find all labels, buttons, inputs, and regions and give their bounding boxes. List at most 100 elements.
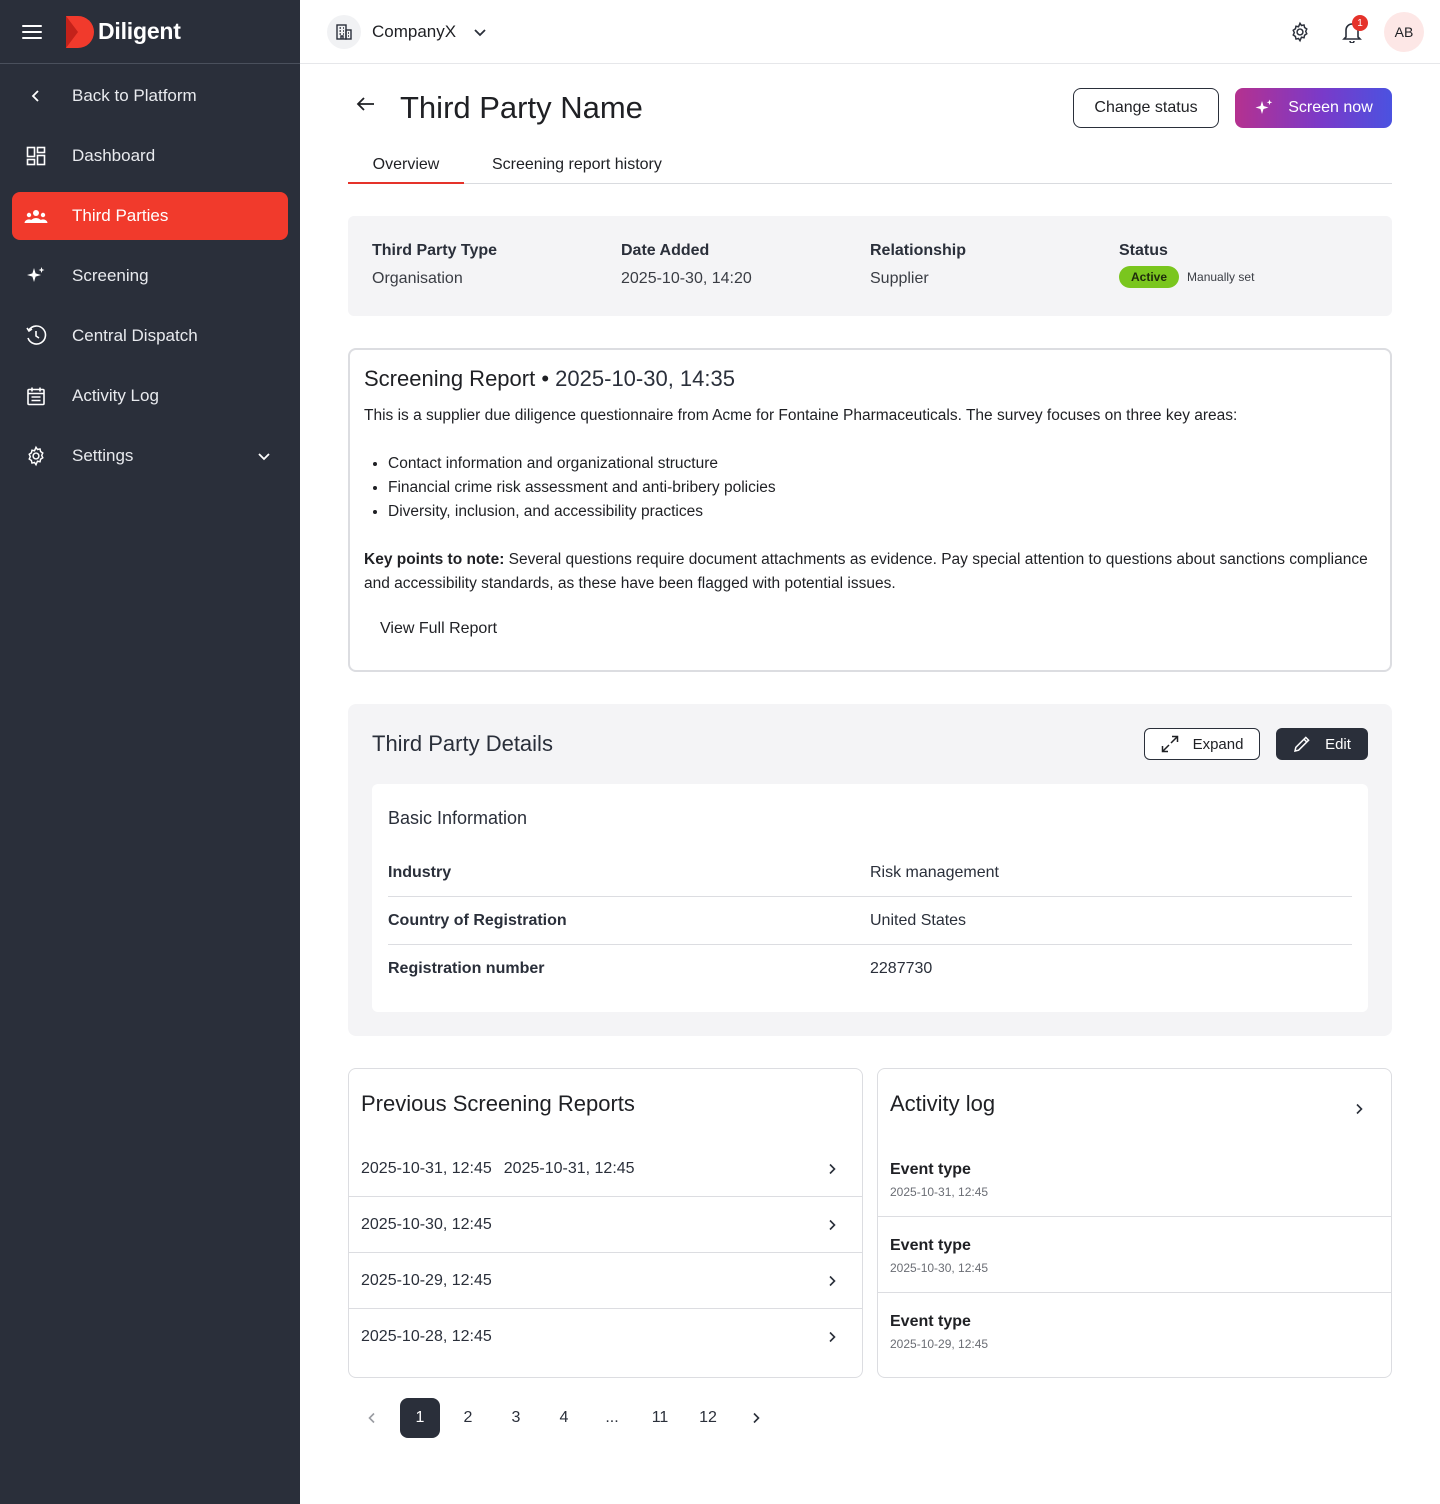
report-date: 2025-10-29, 12:45 xyxy=(361,1271,492,1289)
notification-badge: 1 xyxy=(1352,15,1368,31)
summary-date: Date Added 2025-10-30, 14:20 xyxy=(621,242,870,316)
chevron-down-icon xyxy=(474,28,486,36)
sidebar-item-activity-log[interactable]: Activity Log xyxy=(12,372,288,420)
chevron-right-icon xyxy=(829,1331,836,1343)
view-full-report-link[interactable]: View Full Report xyxy=(380,620,497,638)
pagination-page-1[interactable]: 1 xyxy=(400,1398,440,1438)
sidebar-item-third-parties[interactable]: Third Parties xyxy=(12,192,288,240)
sidebar-item-dashboard[interactable]: Dashboard xyxy=(12,132,288,180)
sidebar-item-settings[interactable]: Settings xyxy=(12,432,288,480)
chevron-right-icon xyxy=(753,1412,760,1424)
summary-label: Status xyxy=(1119,242,1168,259)
chevron-right-icon xyxy=(829,1275,836,1287)
summary-value: Supplier xyxy=(870,270,929,287)
sidebar-item-label: Back to Platform xyxy=(72,86,197,105)
report-bullets: Contact information and organizational s… xyxy=(388,452,1376,524)
back-arrow-icon[interactable] xyxy=(356,96,376,112)
sidebar-item-back-to-platform[interactable]: Back to Platform xyxy=(12,72,288,120)
report-key-points: Key points to note: Several questions re… xyxy=(364,548,1376,596)
expand-button[interactable]: Expand xyxy=(1144,728,1260,760)
list-item[interactable]: Event type 2025-10-31, 12:45 xyxy=(878,1141,1391,1217)
settings-button[interactable] xyxy=(1280,12,1320,52)
summary-status: Status Active Manually set xyxy=(1119,242,1368,316)
tab-overview[interactable]: Overview xyxy=(348,152,464,184)
pagination-prev-button[interactable] xyxy=(352,1398,392,1438)
chevron-right-icon xyxy=(829,1219,836,1231)
panel-title: Previous Screening Reports xyxy=(361,1091,635,1116)
notifications-button[interactable]: 1 xyxy=(1332,12,1372,52)
company-switcher[interactable]: CompanyX xyxy=(327,14,488,49)
tab-screening-report-history[interactable]: Screening report history xyxy=(472,152,682,184)
table-row: Industry Risk management xyxy=(388,849,1352,897)
summary-value: 2025-10-30, 14:20 xyxy=(621,270,752,287)
gear-icon xyxy=(28,445,44,467)
pagination-next-button[interactable] xyxy=(736,1398,776,1438)
pagination: 1 2 3 4 ... 11 12 xyxy=(348,1398,1392,1438)
avatar[interactable]: AB xyxy=(1384,12,1424,52)
chevron-right-icon[interactable] xyxy=(1353,1103,1365,1115)
status-note: Manually set xyxy=(1187,270,1255,284)
report-intro: This is a supplier due diligence questio… xyxy=(364,407,1238,424)
sidebar-item-screening[interactable]: Screening xyxy=(12,252,288,300)
page-header: Third Party Name Change status Screen no… xyxy=(348,64,1392,152)
hamburger-menu-icon[interactable] xyxy=(22,22,42,42)
summary-relationship: Relationship Supplier xyxy=(870,242,1119,316)
expand-icon xyxy=(1161,735,1178,753)
info-key: Country of Registration xyxy=(388,911,567,929)
list-item[interactable]: 2025-10-31, 12:45 2025-10-31, 12:45 xyxy=(349,1141,862,1197)
report-title: Screening Report • 2025-10-30, 14:35 xyxy=(364,366,1376,392)
key-points-text: Several questions require document attac… xyxy=(364,551,1368,592)
list-item[interactable]: 2025-10-29, 12:45 xyxy=(349,1253,862,1309)
list-item[interactable]: 2025-10-30, 12:45 xyxy=(349,1197,862,1253)
info-value: United States xyxy=(870,911,967,929)
basic-information-title: Basic Information xyxy=(388,808,528,828)
summary-label: Relationship xyxy=(870,242,967,259)
list-item[interactable]: 2025-10-28, 12:45 xyxy=(349,1309,862,1365)
chevron-right-icon xyxy=(829,1163,836,1175)
chevron-down-icon[interactable] xyxy=(256,448,272,464)
third-party-details-card: Third Party Details Expand Edit Basic In… xyxy=(348,704,1392,1036)
pagination-page-3[interactable]: 3 xyxy=(496,1398,536,1438)
change-status-button[interactable]: Change status xyxy=(1073,88,1219,128)
screen-now-label: Screen now xyxy=(1288,99,1373,116)
pagination-ellipsis: ... xyxy=(605,1409,619,1426)
list-item: Contact information and organizational s… xyxy=(388,452,1376,476)
brand-name: Diligent xyxy=(98,18,181,44)
pagination-page-4[interactable]: 4 xyxy=(544,1398,584,1438)
info-value: Risk management xyxy=(870,863,999,881)
info-value: 2287730 xyxy=(870,960,933,977)
table-row: Registration number 2287730 xyxy=(388,945,1352,993)
event-date: 2025-10-29, 12:45 xyxy=(890,1337,989,1351)
sidebar-item-label: Settings xyxy=(72,446,134,465)
chevron-left-icon xyxy=(31,90,39,102)
list-item[interactable]: Event type 2025-10-30, 12:45 xyxy=(878,1217,1391,1293)
main-content: Third Party Name Change status Screen no… xyxy=(348,64,1392,1438)
event-date: 2025-10-31, 12:45 xyxy=(890,1185,989,1199)
previous-screening-reports-panel: Previous Screening Reports 2025-10-31, 1… xyxy=(348,1068,863,1378)
panel-title: Activity log xyxy=(878,1069,1391,1141)
report-separator: • xyxy=(541,366,550,391)
pagination-page-12[interactable]: 12 xyxy=(688,1398,728,1438)
sidebar-item-label: Central Dispatch xyxy=(72,326,198,345)
diligent-logo-icon xyxy=(66,15,94,48)
list-item[interactable]: Event type 2025-10-29, 12:45 xyxy=(878,1293,1391,1369)
basic-information: Basic Information Industry Risk manageme… xyxy=(372,784,1368,1012)
edit-button[interactable]: Edit xyxy=(1276,728,1368,760)
edit-label: Edit xyxy=(1325,735,1351,753)
screen-now-button[interactable]: Screen now xyxy=(1235,88,1392,128)
activity-log-panel: Activity log Event type 2025-10-31, 12:4… xyxy=(877,1068,1392,1378)
pagination-page-11[interactable]: 11 xyxy=(640,1398,680,1438)
sidebar-nav: Back to Platform Dashboard Third Parties… xyxy=(0,64,300,480)
report-date: 2025-10-31, 12:45 xyxy=(361,1159,492,1177)
sidebar-item-label: Screening xyxy=(72,266,149,285)
tab-bar: Overview Screening report history xyxy=(348,152,1392,184)
info-key: Industry xyxy=(388,863,452,881)
pagination-page-2[interactable]: 2 xyxy=(448,1398,488,1438)
summary-card: Third Party Type Organisation Date Added… xyxy=(348,216,1392,316)
logo[interactable]: Diligent xyxy=(64,15,181,48)
activity-log-title: Activity log xyxy=(890,1091,996,1116)
table-row: Country of Registration United States xyxy=(388,897,1352,945)
sparkle-icon xyxy=(1255,99,1273,114)
sidebar-item-central-dispatch[interactable]: Central Dispatch xyxy=(12,312,288,360)
sidebar-item-label: Third Parties xyxy=(72,206,169,225)
